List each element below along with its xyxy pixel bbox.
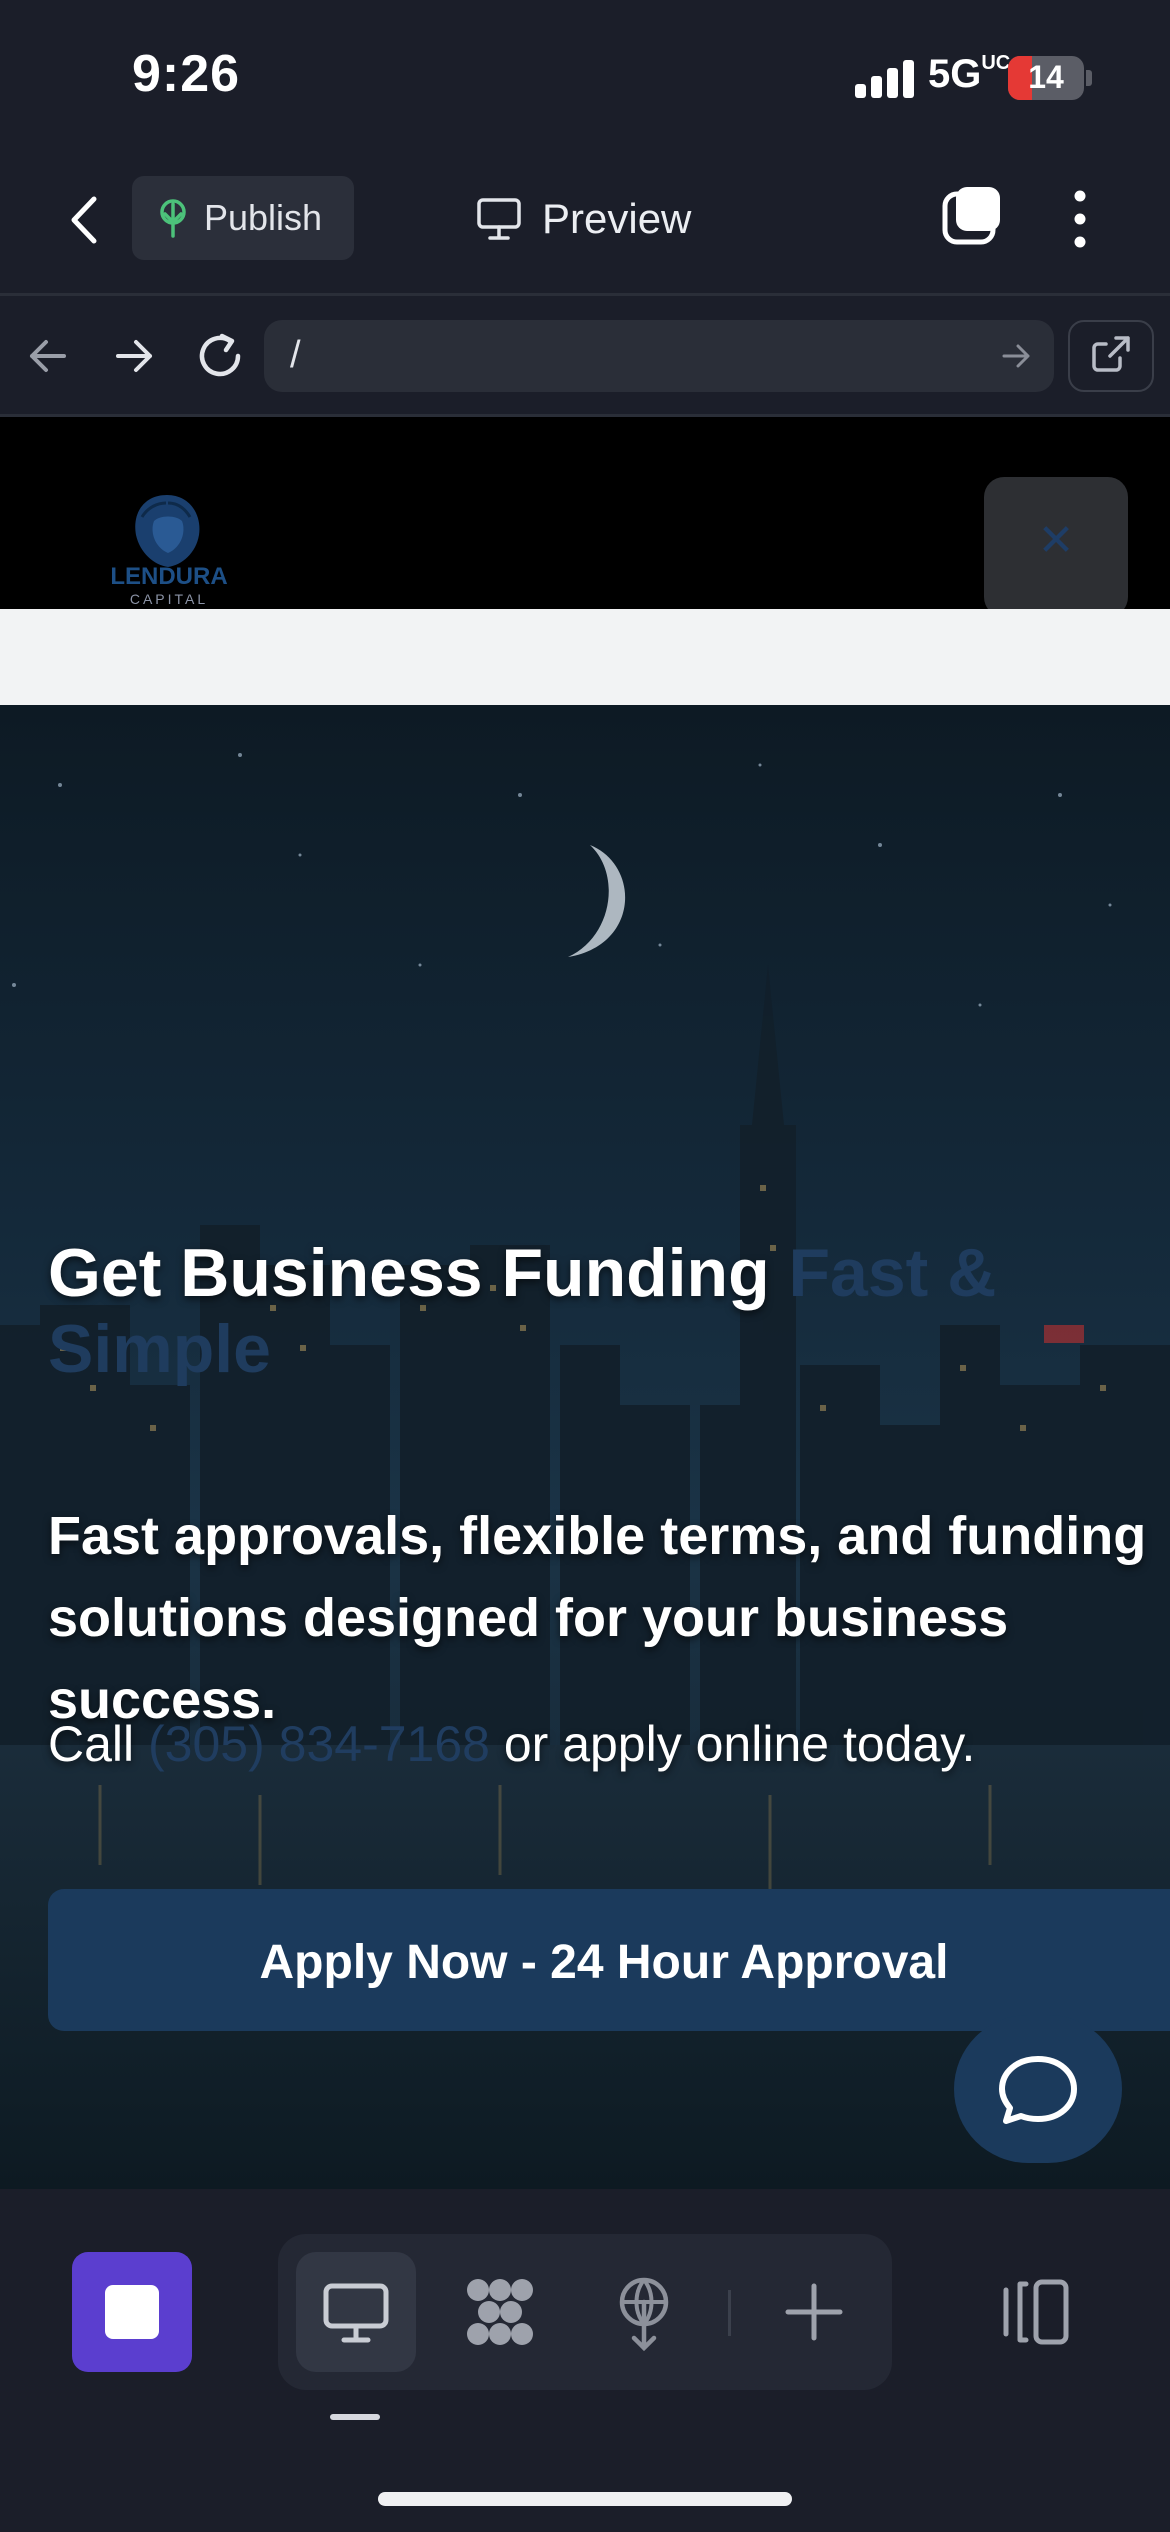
home-indicator[interactable] <box>378 2492 792 2506</box>
logo-name: LENDURA <box>110 563 228 590</box>
reload-icon <box>199 333 241 377</box>
status-time: 9:26 <box>132 45 241 103</box>
arrow-left-icon <box>30 340 66 372</box>
logo-subtitle: CAPITAL <box>129 591 209 607</box>
tabs-button[interactable] <box>940 184 1004 248</box>
chat-bubble-icon <box>999 2056 1077 2124</box>
call-suffix: or apply online today. <box>489 1716 976 1772</box>
publish-button[interactable]: Publish <box>132 176 354 260</box>
apply-now-button[interactable]: Apply Now - 24 Hour Approval <box>48 1889 1170 2031</box>
selected-tool-indicator <box>330 2414 380 2420</box>
apply-now-label: Apply Now - 24 Hour Approval <box>259 1936 949 1989</box>
menu-close-button[interactable]: ✕ <box>984 477 1128 609</box>
divider <box>0 293 1170 296</box>
call-prefix: Call <box>48 1716 149 1772</box>
network-indicator: 5GUC <box>928 52 1011 96</box>
hero-title: Get Business Funding Fast & Simple <box>48 1235 1128 1387</box>
components-button[interactable] <box>460 2272 540 2357</box>
back-button[interactable] <box>60 185 110 255</box>
arrow-right-icon <box>116 340 152 372</box>
go-arrow-icon[interactable] <box>998 338 1034 374</box>
moon-shape <box>568 845 626 957</box>
battery-level: 14 <box>1028 59 1064 95</box>
more-options-button[interactable] <box>1060 184 1100 254</box>
phone-link[interactable]: (305) 834-7168 <box>148 1716 490 1772</box>
reload-button[interactable] <box>192 328 248 384</box>
stop-button[interactable] <box>72 2252 192 2372</box>
publish-icon <box>160 199 186 238</box>
stop-icon <box>105 2285 159 2339</box>
panel-icon <box>1003 2279 1069 2345</box>
publish-tool-button[interactable] <box>604 2272 684 2357</box>
publish-label: Publish <box>204 197 323 238</box>
tabs-icon <box>942 187 1000 245</box>
components-icon <box>467 2279 533 2345</box>
battery-icon: 14 <box>1008 56 1084 100</box>
desktop-view-button[interactable] <box>296 2252 416 2372</box>
network-sub: UC <box>981 52 1011 74</box>
nav-back-button[interactable] <box>22 330 74 382</box>
desktop-icon <box>323 2283 389 2343</box>
preview-button[interactable]: Preview <box>476 188 691 250</box>
hero-subtitle: Fast approvals, flexible terms, and fund… <box>48 1506 1147 1730</box>
battery-nub <box>1086 70 1092 86</box>
nav-forward-button[interactable] <box>108 330 160 382</box>
tool-separator <box>728 2290 731 2336</box>
chevron-left-icon <box>71 196 97 244</box>
hero-call-text: Call (305) 834-7168 or apply online toda… <box>48 1715 1168 1773</box>
preview-label: Preview <box>542 195 692 242</box>
signal-icon <box>855 60 915 98</box>
chat-button[interactable] <box>954 2015 1122 2163</box>
desktop-icon <box>477 198 521 240</box>
publish-icon <box>619 2277 669 2352</box>
add-button[interactable] <box>774 2272 854 2357</box>
hero-title-main: Get Business Funding <box>48 1235 789 1311</box>
add-icon <box>785 2283 843 2341</box>
panel-toggle-button[interactable] <box>996 2272 1076 2357</box>
url-value: / <box>290 334 301 376</box>
external-link-icon <box>1092 336 1130 372</box>
open-external-button[interactable] <box>1068 320 1154 392</box>
url-input[interactable]: / <box>264 320 1054 392</box>
hero-section: Get Business Funding Fast & Simple Fast … <box>0 705 1170 2189</box>
page-spacer <box>0 609 1170 705</box>
more-vertical-icon <box>1074 190 1086 248</box>
lion-logo-icon <box>135 495 200 567</box>
site-header: LENDURA CAPITAL ✕ <box>0 417 1170 609</box>
close-icon: ✕ <box>1037 516 1075 565</box>
site-logo[interactable]: LENDURA CAPITAL <box>104 491 234 607</box>
